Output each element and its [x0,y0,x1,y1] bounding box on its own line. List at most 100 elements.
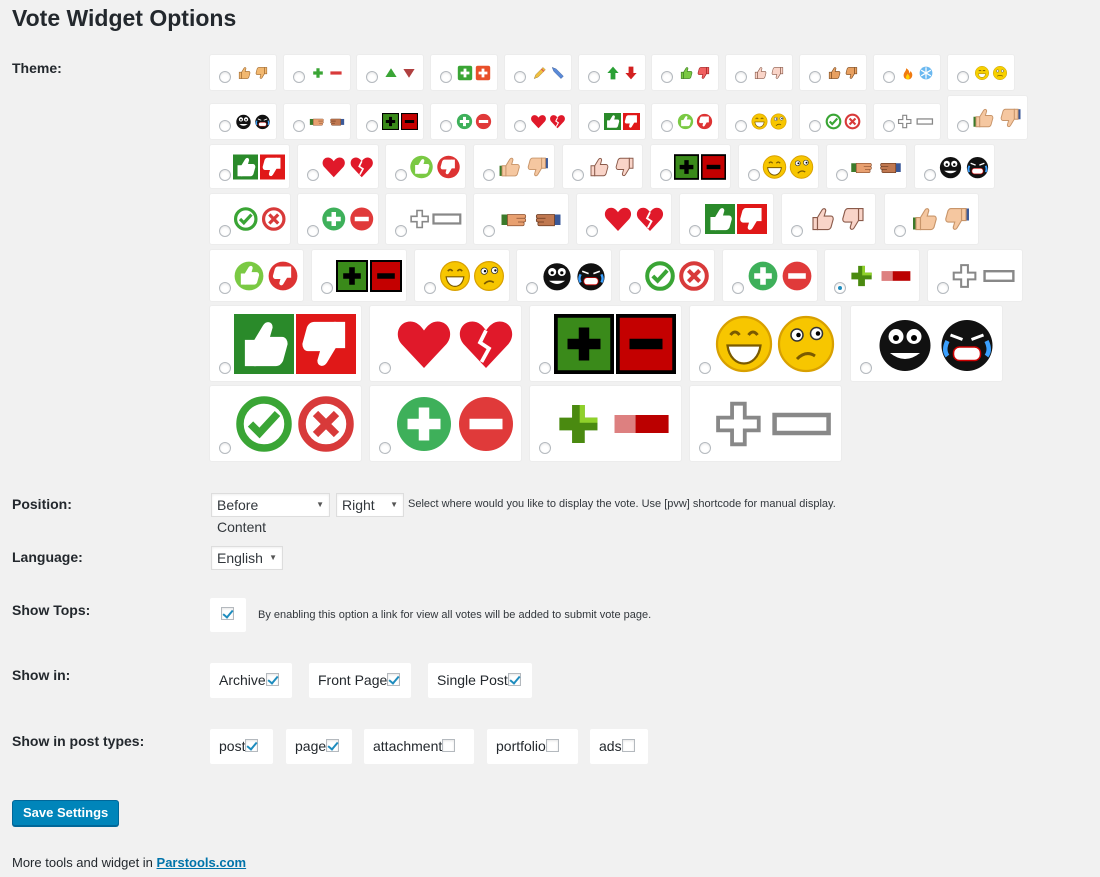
theme-option[interactable] [284,104,350,139]
theme-option[interactable] [505,104,571,139]
theme-option[interactable] [577,194,671,244]
theme-radio[interactable] [379,362,391,374]
theme-option[interactable] [210,386,361,461]
theme-radio[interactable] [791,225,803,237]
theme-radio[interactable] [219,71,231,83]
theme-option[interactable] [782,194,875,244]
theme-option[interactable] [885,194,978,244]
theme-option[interactable] [210,104,276,139]
post-type-option[interactable]: portfolio [487,729,578,764]
theme-option[interactable] [948,55,1014,90]
theme-radio[interactable] [660,169,672,181]
theme-radio[interactable] [440,120,452,132]
theme-option[interactable] [827,145,906,188]
theme-radio[interactable] [219,282,231,294]
theme-option[interactable] [680,194,773,244]
theme-radio[interactable] [293,120,305,132]
theme-radio[interactable] [379,442,391,454]
theme-radio[interactable] [572,169,584,181]
theme-radio[interactable] [219,442,231,454]
parstools-link[interactable]: Parstools.com [157,855,247,870]
theme-radio[interactable] [219,120,231,132]
theme-radio[interactable] [539,362,551,374]
theme-radio[interactable] [957,120,969,132]
theme-option[interactable] [851,306,1002,381]
post-type-option[interactable]: ads [590,729,648,764]
theme-option[interactable] [298,145,378,188]
theme-radio[interactable] [957,71,969,83]
theme-option[interactable] [563,145,642,188]
theme-radio[interactable] [586,225,598,237]
theme-option[interactable] [210,55,276,90]
theme-option[interactable] [530,386,681,461]
theme-option[interactable] [415,250,509,301]
theme-option[interactable] [505,55,571,90]
post-type-checkbox[interactable] [545,739,559,752]
theme-option[interactable] [800,55,866,90]
theme-radio[interactable] [219,362,231,374]
show-tops-checkbox[interactable] [221,607,234,620]
theme-option[interactable] [579,104,645,139]
theme-radio[interactable] [834,282,846,294]
theme-option[interactable] [928,250,1022,301]
save-settings-button[interactable]: Save Settings [12,800,120,826]
theme-option[interactable] [370,306,521,381]
position-side-select[interactable]: Right ▼ [336,493,404,517]
theme-option[interactable] [651,145,730,188]
theme-radio[interactable] [366,71,378,83]
theme-radio[interactable] [809,120,821,132]
theme-radio[interactable] [321,282,333,294]
theme-radio[interactable] [732,282,744,294]
theme-radio[interactable] [661,71,673,83]
theme-radio[interactable] [539,442,551,454]
post-type-option[interactable]: post [210,729,273,764]
theme-option[interactable] [386,194,466,244]
theme-radio[interactable] [735,71,747,83]
show-in-checkbox[interactable] [387,673,401,686]
theme-option[interactable] [800,104,866,139]
theme-option[interactable] [739,145,818,188]
theme-radio[interactable] [661,120,673,132]
theme-option[interactable] [474,145,554,188]
theme-option[interactable] [312,250,406,301]
theme-option[interactable] [357,104,423,139]
theme-radio[interactable] [629,282,641,294]
theme-radio[interactable] [395,225,407,237]
show-in-option[interactable]: Single Post [428,663,532,698]
theme-option[interactable] [370,386,521,461]
theme-radio[interactable] [395,169,407,181]
theme-option[interactable] [517,250,611,301]
theme-radio[interactable] [307,169,319,181]
post-type-checkbox[interactable] [245,739,259,752]
theme-option[interactable] [210,194,290,244]
theme-option[interactable] [298,194,378,244]
theme-radio[interactable] [514,120,526,132]
theme-radio[interactable] [588,71,600,83]
theme-radio[interactable] [748,169,760,181]
theme-option[interactable] [915,145,994,188]
position-content-select[interactable]: Before Content ▼ [211,493,330,535]
theme-option[interactable] [948,96,1027,139]
post-type-checkbox[interactable] [326,739,340,752]
theme-option[interactable] [357,55,423,90]
theme-option[interactable] [723,250,817,301]
theme-option[interactable] [825,250,919,301]
theme-option[interactable] [726,104,792,139]
theme-radio[interactable] [440,71,452,83]
theme-radio[interactable] [735,120,747,132]
post-type-checkbox[interactable] [621,739,635,752]
theme-option[interactable] [386,145,465,188]
theme-option[interactable] [652,104,718,139]
theme-radio[interactable] [588,120,600,132]
theme-radio[interactable] [883,71,895,83]
language-select[interactable]: English ▼ [211,546,283,570]
theme-radio[interactable] [514,71,526,83]
theme-option[interactable] [690,386,841,461]
theme-radio[interactable] [883,120,895,132]
theme-option[interactable] [874,55,940,90]
theme-radio[interactable] [836,169,848,181]
theme-radio[interactable] [809,71,821,83]
theme-option[interactable] [530,306,681,381]
theme-radio[interactable] [924,169,936,181]
post-type-option[interactable]: attachment [364,729,474,764]
